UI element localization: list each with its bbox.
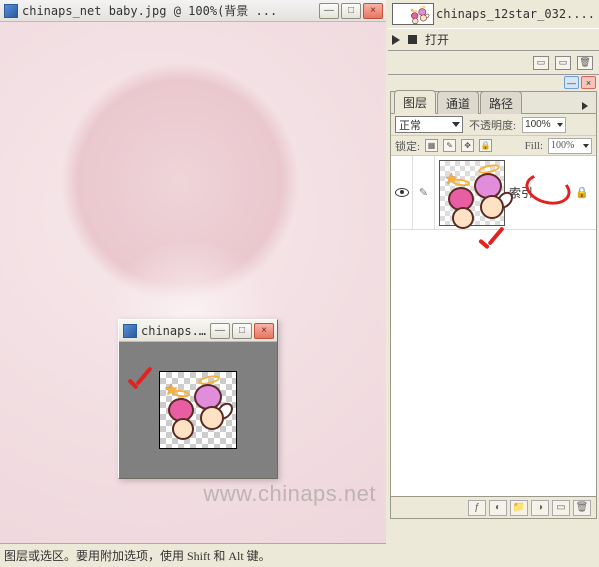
tab-layers[interactable]: 图层 [394, 90, 436, 114]
panel-menu-button[interactable] [578, 99, 592, 113]
annotation-checkmark-icon [127, 370, 157, 398]
close-button[interactable]: × [254, 323, 274, 339]
angel-artwork: ★ [442, 163, 502, 223]
annotation-checkmark-icon [478, 232, 510, 260]
opacity-label: 不透明度: [469, 117, 516, 133]
chevron-down-icon [557, 123, 563, 127]
brush-icon: ✎ [419, 186, 428, 199]
layer-options-row: 正常 不透明度: 100% [391, 114, 596, 136]
layer-style-button[interactable]: ƒ [468, 500, 486, 516]
layer-visibility-toggle[interactable] [391, 156, 413, 229]
sub-window-title: chinaps... [141, 324, 208, 338]
lock-label: 锁定: [395, 138, 420, 154]
panel-tabs: 图层 通道 路径 [391, 92, 596, 114]
minimize-button[interactable]: — [319, 3, 339, 19]
close-button[interactable]: × [363, 3, 383, 19]
chevron-down-icon [452, 122, 460, 127]
history-action-row: 打开 [388, 28, 599, 51]
delete-layer-button[interactable]: 🗑 [573, 500, 591, 516]
layer-locked-icon: 🔒 [574, 185, 590, 201]
app-icon [123, 324, 137, 338]
layers-panel: 图层 通道 路径 正常 不透明度: 100% 锁定: ▦ ✎ ✥ 🔒 Fill: [390, 91, 597, 519]
play-icon[interactable] [392, 35, 400, 45]
opacity-input[interactable]: 100% [522, 117, 566, 133]
lock-position-button[interactable]: ✥ [461, 139, 474, 152]
status-bar: 图层或选区。要用附加选项，使用 Shift 和 Alt 键。 [0, 543, 386, 567]
lock-transparency-button[interactable]: ▦ [425, 139, 438, 152]
fill-input[interactable]: 100% [548, 138, 592, 154]
document-thumbnail[interactable]: ★ [392, 3, 434, 25]
maximize-button[interactable]: □ [232, 323, 252, 339]
status-text: 图层或选区。要用附加选项，使用 Shift 和 Alt 键。 [4, 547, 271, 564]
minimize-button[interactable]: — [210, 323, 230, 339]
document-tab-strip: ★ chinaps_12star_032.... [388, 0, 599, 28]
right-panel-area: ★ chinaps_12star_032.... 打开 ▭ ▭ 🗑 — × 图层… [388, 0, 599, 567]
layer-link-cell[interactable]: ✎ [413, 156, 435, 229]
eye-icon [395, 188, 409, 197]
layer-thumbnail[interactable]: ★ [439, 160, 505, 226]
new-layer-button[interactable]: ▭ [552, 500, 570, 516]
opacity-value: 100% [525, 119, 551, 130]
sub-canvas[interactable]: ★ [119, 342, 277, 478]
app-icon [4, 4, 18, 18]
chevron-down-icon [583, 144, 589, 148]
layer-list[interactable]: ✎ ★ 索引 🔒 [391, 156, 596, 496]
history-delete-button[interactable]: 🗑 [577, 56, 593, 70]
tab-channels[interactable]: 通道 [437, 91, 479, 114]
main-titlebar[interactable]: chinaps_net baby.jpg @ 100%(背景 ... — □ × [0, 0, 386, 22]
maximize-button[interactable]: □ [341, 3, 361, 19]
main-document-window: chinaps_net baby.jpg @ 100%(背景 ... — □ ×… [0, 0, 386, 567]
fill-value: 100% [551, 140, 574, 151]
history-panel-footer: ▭ ▭ 🗑 [388, 51, 599, 75]
layer-mask-button[interactable]: ◐ [489, 500, 507, 516]
history-action-label[interactable]: 打开 [425, 31, 449, 48]
fill-label: Fill: [525, 140, 543, 152]
adjustment-layer-button[interactable]: ◑ [531, 500, 549, 516]
blend-mode-value: 正常 [399, 117, 421, 133]
main-canvas[interactable]: www.chinaps.net chinaps... — □ × ★ [0, 22, 386, 567]
layers-panel-footer: ƒ ◐ 📁 ◑ ▭ 🗑 [391, 496, 596, 518]
tab-paths[interactable]: 路径 [480, 91, 522, 114]
stop-icon[interactable] [408, 35, 417, 44]
main-window-title: chinaps_net baby.jpg @ 100%(背景 ... [22, 2, 317, 19]
angel-artwork: ★ [162, 374, 234, 446]
document-tab-name[interactable]: chinaps_12star_032.... [436, 7, 595, 21]
panel-close-button[interactable]: × [581, 76, 596, 89]
sub-image-content[interactable]: ★ [159, 371, 237, 449]
layer-lock-row: 锁定: ▦ ✎ ✥ 🔒 Fill: 100% [391, 136, 596, 156]
sub-titlebar[interactable]: chinaps... — □ × [119, 320, 277, 342]
lock-paint-button[interactable]: ✎ [443, 139, 456, 152]
sub-document-window[interactable]: chinaps... — □ × ★ [118, 319, 278, 479]
history-snapshot-button[interactable]: ▭ [533, 56, 549, 70]
history-new-button[interactable]: ▭ [555, 56, 571, 70]
watermark-text: www.chinaps.net [203, 481, 376, 507]
blend-mode-select[interactable]: 正常 [395, 116, 463, 133]
panel-minimize-button[interactable]: — [564, 76, 579, 89]
new-group-button[interactable]: 📁 [510, 500, 528, 516]
lock-all-button[interactable]: 🔒 [479, 139, 492, 152]
layers-panel-window-controls: — × [388, 75, 599, 91]
